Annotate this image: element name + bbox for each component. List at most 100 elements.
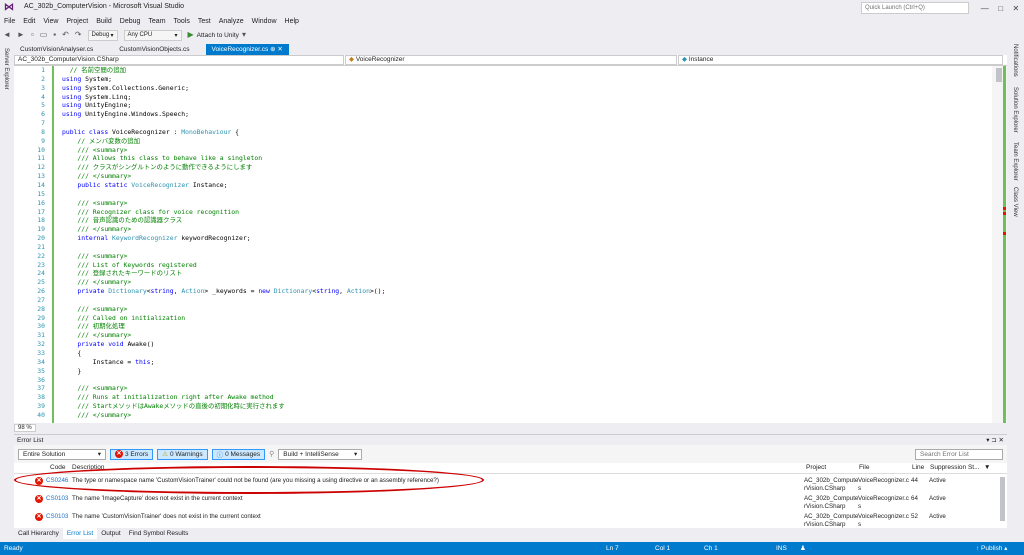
filter-icon[interactable]: ⚲ bbox=[269, 450, 274, 458]
code-line[interactable]: using System.Linq; bbox=[62, 93, 992, 102]
code-line[interactable]: /// クラスがシングルトンのように動作できるようにします bbox=[62, 163, 992, 172]
menu-view[interactable]: View bbox=[39, 16, 62, 28]
code-line[interactable]: Instance = this; bbox=[62, 358, 992, 367]
code-line[interactable]: /// Called on initialization bbox=[62, 314, 992, 323]
notifications-tab[interactable]: Notifications bbox=[1012, 44, 1018, 77]
platform-select[interactable]: Any CPU ▾ bbox=[123, 29, 182, 41]
code-line[interactable]: using System; bbox=[62, 75, 992, 84]
configuration-select[interactable]: Debug ▾ bbox=[87, 29, 118, 41]
minimize-button[interactable]: — bbox=[981, 4, 989, 13]
tab-customvisionanalyser[interactable]: CustomVisionAnalyser.cs bbox=[14, 44, 99, 55]
column-file[interactable]: File bbox=[859, 463, 869, 473]
close-button[interactable]: ✕ bbox=[1013, 4, 1020, 13]
warnings-filter-button[interactable]: ⚠ 0 Warnings bbox=[157, 448, 208, 460]
column-line[interactable]: Line bbox=[912, 463, 924, 473]
panel-controls[interactable]: ▾ ⊐ ✕ bbox=[986, 436, 1004, 444]
code-line[interactable]: { bbox=[62, 349, 992, 358]
publish-button[interactable]: ↑ Publish ▴ bbox=[976, 542, 1007, 555]
code-line[interactable]: // 名前空間の追加 bbox=[62, 66, 992, 75]
tab-call-hierarchy[interactable]: Call Hierarchy bbox=[14, 528, 63, 539]
code-line[interactable]: /// <summary> bbox=[62, 199, 992, 208]
zoom-level[interactable]: 98 % bbox=[14, 423, 36, 432]
save-icon[interactable]: ▪ bbox=[53, 28, 56, 42]
notification-icon[interactable]: ♟ bbox=[800, 542, 806, 555]
code-line[interactable]: using System.Collections.Generic; bbox=[62, 84, 992, 93]
forward-icon[interactable]: ► bbox=[17, 28, 25, 42]
errors-filter-button[interactable]: ✕ 3 Errors bbox=[110, 448, 154, 460]
code-line[interactable] bbox=[62, 376, 992, 385]
code-line[interactable]: /// Allows this class to behave like a s… bbox=[62, 154, 992, 163]
code-line[interactable]: private void Awake() bbox=[62, 340, 992, 349]
menu-build[interactable]: Build bbox=[92, 16, 116, 28]
quick-launch-input[interactable]: Quick Launch (Ctrl+Q) bbox=[861, 2, 969, 14]
menu-tools[interactable]: Tools bbox=[170, 16, 194, 28]
menu-team[interactable]: Team bbox=[144, 16, 169, 28]
pin-icon[interactable]: ⊕ bbox=[270, 46, 275, 53]
messages-filter-button[interactable]: ⓘ 0 Messages bbox=[211, 448, 266, 460]
search-error-list-input[interactable]: Search Error List bbox=[915, 448, 1003, 460]
table-row[interactable]: ✕ CS0103 The name 'CustomVisionTrainer' … bbox=[14, 511, 1007, 529]
column-suppression-state[interactable]: Suppression St... bbox=[930, 463, 980, 473]
redo-icon[interactable]: ↷ bbox=[75, 28, 82, 42]
tab-output[interactable]: Output bbox=[97, 528, 125, 539]
scope-select[interactable]: Entire Solution ▾ bbox=[18, 448, 106, 460]
code-line[interactable]: /// 登録されたキーワードのリスト bbox=[62, 269, 992, 278]
code-line[interactable]: using UnityEngine; bbox=[62, 101, 992, 110]
code-line[interactable]: public static VoiceRecognizer Instance; bbox=[62, 181, 992, 190]
code-line[interactable]: internal KeywordRecognizer keywordRecogn… bbox=[62, 234, 992, 243]
code-line[interactable] bbox=[62, 296, 992, 305]
code-line[interactable]: using UnityEngine.Windows.Speech; bbox=[62, 110, 992, 119]
column-project[interactable]: Project bbox=[806, 463, 826, 473]
code-line[interactable]: /// StartメソッドはAwakeメソッドの直後の初期化時に実行されます bbox=[62, 402, 992, 411]
error-code-link[interactable]: CS0103 bbox=[46, 495, 68, 503]
close-tab-icon[interactable]: ✕ bbox=[277, 46, 282, 53]
menu-debug[interactable]: Debug bbox=[116, 16, 145, 28]
server-explorer-tab[interactable]: Server Explorer bbox=[3, 48, 9, 90]
tab-error-list[interactable]: Error List bbox=[62, 528, 98, 539]
tab-find-symbol-results[interactable]: Find Symbol Results bbox=[125, 528, 193, 539]
type-dropdown[interactable]: ◆ VoiceRecognizer bbox=[345, 55, 677, 65]
code-line[interactable] bbox=[62, 119, 992, 128]
menu-window[interactable]: Window bbox=[248, 16, 281, 28]
menu-analyze[interactable]: Analyze bbox=[215, 16, 248, 28]
tab-voicerecognizer[interactable]: VoiceRecognizer.cs ⊕ ✕ bbox=[205, 44, 289, 55]
code-text[interactable]: // 名前空間の追加 using System; using System.Coll… bbox=[62, 66, 992, 423]
maximize-button[interactable]: □ bbox=[998, 4, 1003, 13]
code-editor[interactable]: 1 2 3 4 5 6 7 8 9 10 11 12 13 14 15 16 17 18 19 20 21 22 23 24 2… bbox=[14, 66, 1007, 423]
code-line[interactable]: /// </summary> bbox=[62, 225, 992, 234]
code-line[interactable]: } bbox=[62, 367, 992, 376]
code-line[interactable]: /// <summary> bbox=[62, 384, 992, 393]
code-line[interactable]: /// <summary> bbox=[62, 305, 992, 314]
solution-explorer-tab[interactable]: Solution Explorer bbox=[1012, 87, 1018, 133]
code-line[interactable]: // メンバ変数の追加 bbox=[62, 137, 992, 146]
vertical-scrollbar[interactable] bbox=[992, 66, 1007, 423]
code-line[interactable]: /// </summary> bbox=[62, 278, 992, 287]
scroll-thumb[interactable] bbox=[996, 68, 1002, 82]
code-line[interactable]: /// Runs at initialization right after A… bbox=[62, 393, 992, 402]
team-explorer-tab[interactable]: Team Explorer bbox=[1012, 142, 1018, 181]
error-code-link[interactable]: CS0103 bbox=[46, 513, 68, 521]
attach-to-unity-button[interactable]: Attach to Unity bbox=[197, 32, 239, 39]
menu-project[interactable]: Project bbox=[62, 16, 92, 28]
code-line[interactable]: public class VoiceRecognizer : MonoBehav… bbox=[62, 128, 992, 137]
code-line[interactable]: private Dictionary<string, Action> _keyw… bbox=[62, 287, 992, 296]
table-row[interactable]: ✕ CS0103 The name 'ImageCapture' does no… bbox=[14, 493, 1007, 511]
play-icon[interactable]: ▶ bbox=[188, 28, 194, 42]
undo-icon[interactable]: ↶ bbox=[62, 28, 69, 42]
menu-help[interactable]: Help bbox=[281, 16, 303, 28]
code-line[interactable]: /// </summary> bbox=[62, 331, 992, 340]
menu-test[interactable]: Test bbox=[194, 16, 215, 28]
back-icon[interactable]: ◄ bbox=[3, 28, 11, 42]
chevron-down-icon[interactable]: ▾ bbox=[242, 28, 246, 42]
code-line[interactable] bbox=[62, 190, 992, 199]
code-line[interactable]: /// </summary> bbox=[62, 172, 992, 181]
error-list-scrollbar[interactable] bbox=[1000, 477, 1005, 521]
code-line[interactable]: /// Recognizer class for voice recogniti… bbox=[62, 208, 992, 217]
menu-file[interactable]: File bbox=[0, 16, 19, 28]
menu-edit[interactable]: Edit bbox=[19, 16, 39, 28]
code-line[interactable]: /// </summary> bbox=[62, 411, 992, 420]
code-line[interactable]: /// List of Keywords registered bbox=[62, 261, 992, 270]
build-filter-select[interactable]: Build + IntelliSense ▾ bbox=[278, 448, 363, 460]
code-line[interactable]: /// <summary> bbox=[62, 252, 992, 261]
tab-customvisionobjects[interactable]: CustomVisionObjects.cs bbox=[113, 44, 195, 55]
